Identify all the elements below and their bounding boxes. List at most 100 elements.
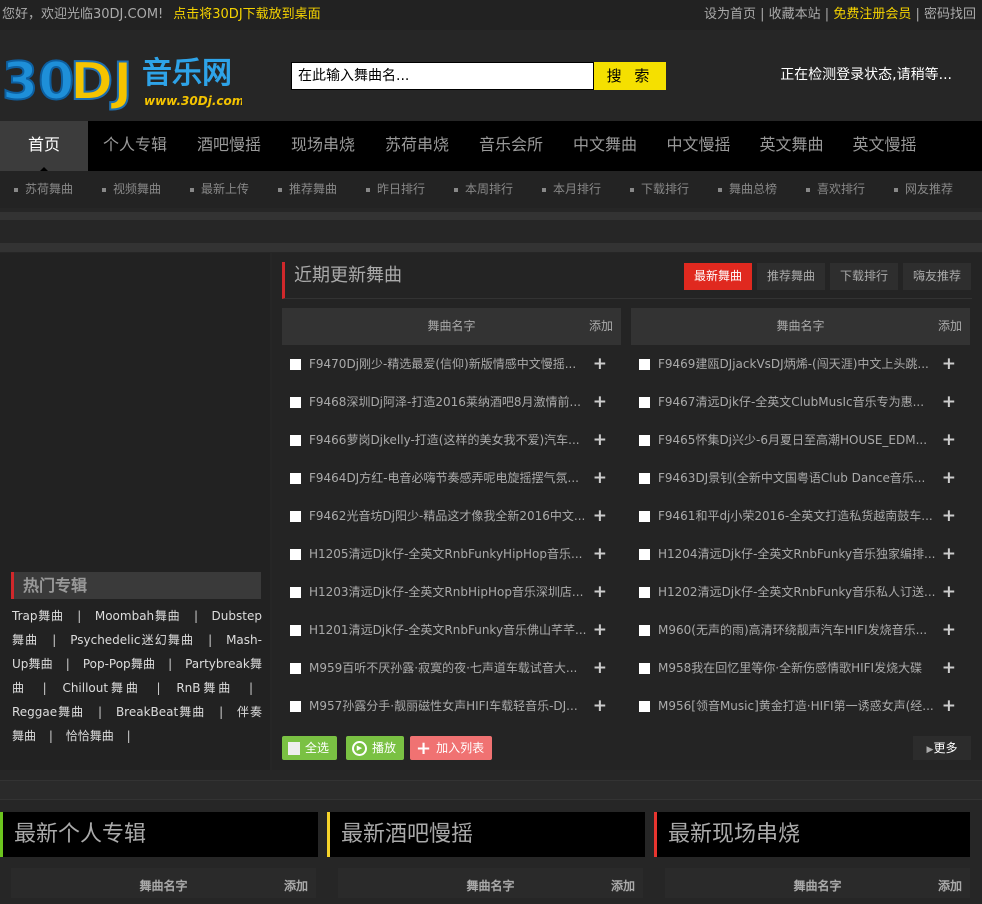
subnav-item-3[interactable]: 推荐舞曲 bbox=[264, 171, 352, 208]
search-button[interactable]: 搜 索 bbox=[594, 62, 666, 90]
song-title-link[interactable]: H1204清远Djk仔-全英文RnbFunky音乐独家编排... bbox=[658, 535, 936, 573]
song-title-link[interactable]: F9469建瓯DJjackVsDJ炳烯-(闯天涯)中文上头跳... bbox=[658, 345, 929, 383]
album-tag-link[interactable]: Chillout舞曲 bbox=[62, 681, 140, 695]
add-song-plus-icon[interactable]: + bbox=[942, 573, 956, 611]
nav-item-6[interactable]: 中文舞曲 bbox=[558, 121, 652, 171]
tab-latest[interactable]: 最新舞曲 bbox=[684, 263, 752, 290]
add-song-plus-icon[interactable]: + bbox=[593, 345, 607, 383]
song-checkbox[interactable] bbox=[639, 511, 650, 522]
subnav-item-10[interactable]: 网友推荐 bbox=[880, 171, 968, 208]
song-title-link[interactable]: F9463DJ景钊(全新中文国粤语Club Dance音乐... bbox=[658, 459, 925, 497]
subnav-item-8[interactable]: 舞曲总榜 bbox=[704, 171, 792, 208]
nav-item-2[interactable]: 酒吧慢摇 bbox=[182, 121, 276, 171]
song-checkbox[interactable] bbox=[639, 473, 650, 484]
album-tag-link[interactable]: Pop-Pop舞曲 bbox=[83, 657, 155, 671]
song-title-link[interactable]: F9468深圳Dj阿泽-打造2016莱纳酒吧8月激情前... bbox=[309, 383, 581, 421]
album-tag-link[interactable]: 恰恰舞曲 bbox=[66, 729, 114, 743]
song-checkbox[interactable] bbox=[639, 435, 650, 446]
set-homepage-link[interactable]: 设为首页 bbox=[704, 7, 756, 22]
song-checkbox[interactable] bbox=[639, 549, 650, 560]
song-title-link[interactable]: M960(无声的雨)高清环绕靓声汽车HIFI发烧音乐... bbox=[658, 611, 927, 649]
nav-item-9[interactable]: 英文慢摇 bbox=[838, 121, 931, 171]
add-song-plus-icon[interactable]: + bbox=[942, 535, 956, 573]
subnav-item-1[interactable]: 视频舞曲 bbox=[88, 171, 176, 208]
subnav-item-5[interactable]: 本周排行 bbox=[440, 171, 528, 208]
add-song-plus-icon[interactable]: + bbox=[942, 649, 956, 687]
add-song-plus-icon[interactable]: + bbox=[593, 573, 607, 611]
album-tag-link[interactable]: Psychedelic迷幻舞曲 bbox=[70, 633, 194, 647]
add-song-plus-icon[interactable]: + bbox=[942, 497, 956, 535]
section-title-live[interactable]: 最新现场串烧 bbox=[654, 812, 970, 857]
search-input[interactable]: 在此输入舞曲名... bbox=[291, 62, 594, 90]
subnav-item-2[interactable]: 最新上传 bbox=[176, 171, 264, 208]
song-checkbox[interactable] bbox=[290, 397, 301, 408]
song-title-link[interactable]: F9461和平dj小荣2016-全英文打造私货越南鼓车... bbox=[658, 497, 933, 535]
song-title-link[interactable]: M957孙露分手·靓丽磁性女声HIFI车载轻音乐-DJ... bbox=[309, 687, 578, 725]
add-song-plus-icon[interactable]: + bbox=[942, 421, 956, 459]
nav-item-0[interactable]: 首页 bbox=[0, 121, 88, 171]
tab-downloads[interactable]: 下载排行 bbox=[830, 263, 898, 290]
song-checkbox[interactable] bbox=[290, 701, 301, 712]
subnav-item-6[interactable]: 本月排行 bbox=[528, 171, 616, 208]
add-song-plus-icon[interactable]: + bbox=[942, 345, 956, 383]
site-logo[interactable]: 30 DJ 音乐网 www.30Dj.com bbox=[2, 41, 242, 111]
song-checkbox[interactable] bbox=[639, 625, 650, 636]
password-recovery-link[interactable]: 密码找回 bbox=[924, 7, 976, 22]
nav-item-1[interactable]: 个人专辑 bbox=[88, 121, 182, 171]
album-tag-link[interactable]: Trap舞曲 bbox=[12, 609, 64, 623]
add-song-plus-icon[interactable]: + bbox=[593, 383, 607, 421]
subnav-item-7[interactable]: 下载排行 bbox=[616, 171, 704, 208]
add-song-plus-icon[interactable]: + bbox=[593, 421, 607, 459]
song-title-link[interactable]: F9467清远Djk仔-全英文ClubMusIc音乐专为惠... bbox=[658, 383, 924, 421]
add-to-list-button[interactable]: + 加入列表 bbox=[410, 736, 493, 760]
select-all-button[interactable]: 全选 bbox=[282, 736, 338, 760]
song-checkbox[interactable] bbox=[290, 625, 301, 636]
add-song-plus-icon[interactable]: + bbox=[942, 383, 956, 421]
song-checkbox[interactable] bbox=[290, 473, 301, 484]
bookmark-link[interactable]: 收藏本站 bbox=[769, 7, 821, 22]
song-checkbox[interactable] bbox=[290, 511, 301, 522]
add-song-plus-icon[interactable]: + bbox=[593, 611, 607, 649]
add-song-plus-icon[interactable]: + bbox=[593, 535, 607, 573]
album-tag-link[interactable]: Reggae舞曲 bbox=[12, 705, 84, 719]
song-checkbox[interactable] bbox=[290, 663, 301, 674]
song-checkbox[interactable] bbox=[290, 549, 301, 560]
song-title-link[interactable]: F9464DJ方红-电音必嗨节奏感弄呢电旋摇摆气氛... bbox=[309, 459, 579, 497]
song-checkbox[interactable] bbox=[639, 397, 650, 408]
album-tag-link[interactable]: RnB舞曲 bbox=[176, 681, 233, 695]
song-title-link[interactable]: F9470Dj刚少-精选最爱(信仰)新版情感中文慢摇... bbox=[309, 345, 576, 383]
song-checkbox[interactable] bbox=[290, 587, 301, 598]
song-title-link[interactable]: M956[领音Music]黄金打造·HIFI第一诱惑女声(经... bbox=[658, 687, 934, 725]
song-title-link[interactable]: H1203清远Djk仔-全英文RnbHipHop音乐深圳店... bbox=[309, 573, 583, 611]
add-song-plus-icon[interactable]: + bbox=[593, 649, 607, 687]
song-checkbox[interactable] bbox=[639, 587, 650, 598]
add-song-plus-icon[interactable]: + bbox=[942, 459, 956, 497]
song-title-link[interactable]: M959百听不厌孙露·寂寞的夜·七声道车载试音大... bbox=[309, 649, 577, 687]
nav-item-7[interactable]: 中文慢摇 bbox=[652, 121, 745, 171]
nav-item-4[interactable]: 苏荷串烧 bbox=[370, 121, 464, 171]
tab-friends[interactable]: 嗨友推荐 bbox=[903, 263, 971, 290]
register-link[interactable]: 免费注册会员 bbox=[833, 7, 911, 22]
section-title-albums[interactable]: 最新个人专辑 bbox=[0, 812, 318, 857]
add-song-plus-icon[interactable]: + bbox=[593, 497, 607, 535]
add-song-plus-icon[interactable]: + bbox=[942, 687, 956, 725]
song-title-link[interactable]: F9462光音坊Dj阳少-精品这才像我全新2016中文... bbox=[309, 497, 585, 535]
nav-item-5[interactable]: 音乐会所 bbox=[464, 121, 558, 171]
subnav-item-0[interactable]: 苏荷舞曲 bbox=[0, 171, 88, 208]
song-checkbox[interactable] bbox=[290, 435, 301, 446]
subnav-item-4[interactable]: 昨日排行 bbox=[352, 171, 440, 208]
add-song-plus-icon[interactable]: + bbox=[593, 687, 607, 725]
more-button[interactable]: ▶更多 bbox=[913, 736, 971, 760]
song-checkbox[interactable] bbox=[639, 701, 650, 712]
album-tag-link[interactable]: BreakBeat舞曲 bbox=[116, 705, 205, 719]
subnav-item-9[interactable]: 喜欢排行 bbox=[792, 171, 880, 208]
nav-item-3[interactable]: 现场串烧 bbox=[276, 121, 370, 171]
section-title-bar[interactable]: 最新酒吧慢摇 bbox=[327, 812, 645, 857]
song-title-link[interactable]: F9466萝岗Djkelly-打造(这样的美女我不爱)汽车... bbox=[309, 421, 580, 459]
add-song-plus-icon[interactable]: + bbox=[942, 611, 956, 649]
add-song-plus-icon[interactable]: + bbox=[593, 459, 607, 497]
song-title-link[interactable]: H1201清远Djk仔-全英文RnbFunky音乐佛山芊芊... bbox=[309, 611, 587, 649]
tab-recommended[interactable]: 推荐舞曲 bbox=[757, 263, 825, 290]
song-title-link[interactable]: F9465怀集Dj兴少-6月夏日至高潮HOUSE_EDM... bbox=[658, 421, 927, 459]
album-tag-link[interactable]: Moombah舞曲 bbox=[95, 609, 181, 623]
